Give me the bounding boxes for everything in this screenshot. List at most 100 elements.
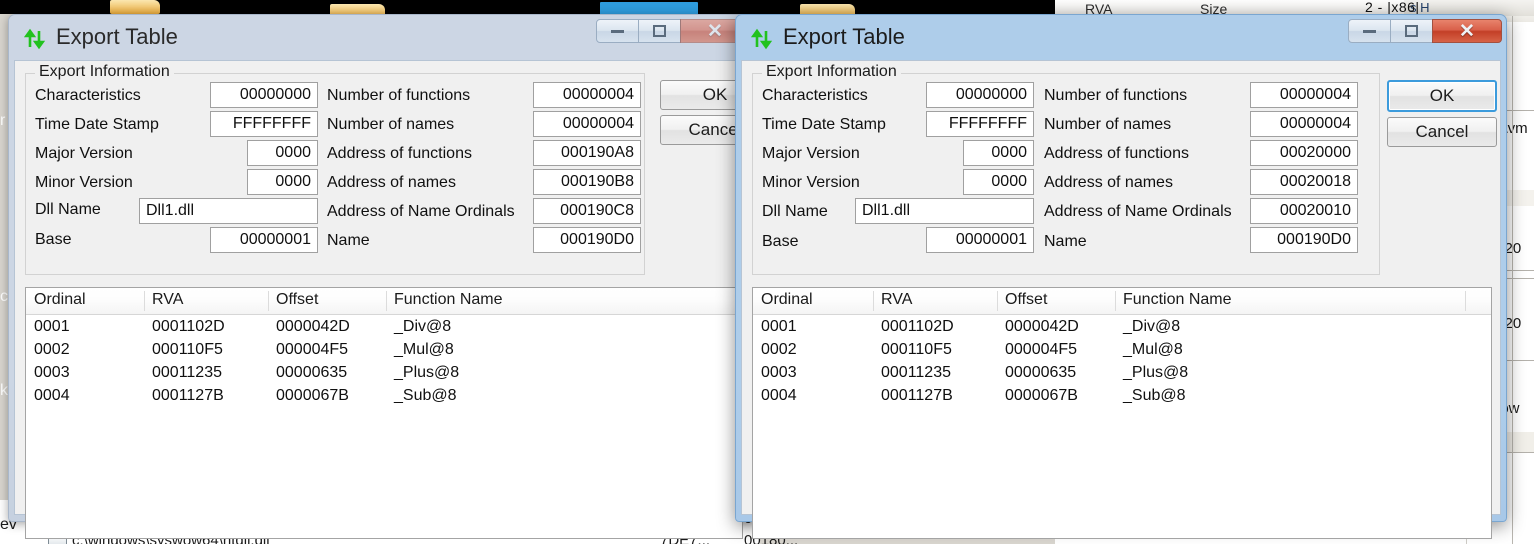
minor-version-input[interactable]: 0000 [247, 169, 318, 195]
column-header-function-name[interactable]: Function Name [1123, 291, 1232, 309]
window-title: Export Table [783, 24, 905, 49]
column-header-offset[interactable]: Offset [1005, 291, 1047, 309]
window-controls[interactable]: ✕ [596, 19, 750, 43]
cell-offset: 000004F5 [1005, 341, 1078, 358]
cell-offset: 0000067B [1005, 387, 1078, 404]
address-of-functions-input[interactable]: 000190A8 [533, 140, 641, 166]
window-controls[interactable]: ✕ [1348, 19, 1502, 43]
major-version-input[interactable]: 0000 [247, 140, 318, 166]
dll-name-input[interactable]: Dll1.dll [855, 198, 1034, 224]
name-input[interactable]: 000190D0 [533, 227, 641, 253]
table-row[interactable]: 0004 0001127B 0000067B _Sub@8 [753, 387, 1491, 410]
minor-version-input[interactable]: 0000 [963, 169, 1034, 195]
folder-icon [110, 0, 160, 14]
table-row[interactable]: 0004 0001127B 0000067B _Sub@8 [26, 387, 742, 410]
table-header[interactable]: Ordinal RVA Offset Function Name [26, 288, 742, 315]
cell-rva: 0001127B [881, 387, 953, 404]
column-divider[interactable] [144, 291, 145, 311]
export-arrows-icon [751, 28, 773, 50]
table-row[interactable]: 0003 00011235 00000635 _Plus@8 [753, 364, 1491, 387]
table-row[interactable]: 0003 00011235 00000635 _Plus@8 [26, 364, 742, 387]
exports-table[interactable]: Ordinal RVA Offset Function Name 0001 00… [752, 287, 1492, 539]
column-divider[interactable] [268, 291, 269, 311]
cell-rva: 00011235 [152, 364, 222, 381]
cell-offset: 00000635 [276, 364, 348, 381]
ok-button[interactable]: OK [1387, 80, 1497, 112]
table-row[interactable]: 0002 000110F5 000004F5 _Mul@8 [26, 341, 742, 364]
column-divider[interactable] [997, 291, 998, 311]
column-header-rva[interactable]: RVA [881, 291, 912, 309]
cell-function-name: _Sub@8 [394, 387, 457, 404]
client-area: Export Information Characteristics Time … [741, 60, 1501, 539]
maximize-button[interactable] [1390, 19, 1433, 43]
field-label-number-of-functions: Number of functions [327, 87, 471, 104]
cancel-button[interactable]: Cancel [1387, 117, 1497, 147]
characteristics-input[interactable]: 00000000 [210, 82, 318, 108]
minimize-button[interactable] [1348, 19, 1391, 43]
cell-function-name: _Plus@8 [394, 364, 460, 381]
minimize-icon [611, 29, 624, 33]
exports-table[interactable]: Ordinal RVA Offset Function Name 0001 00… [25, 287, 743, 539]
cell-rva: 000110F5 [881, 341, 952, 358]
field-label-base: Base [35, 231, 72, 248]
table-row[interactable]: 0002 000110F5 000004F5 _Mul@8 [753, 341, 1491, 364]
column-divider[interactable] [1465, 291, 1466, 311]
group-legend: Export Information [35, 63, 174, 81]
name-input[interactable]: 000190D0 [1250, 227, 1358, 253]
column-header-ordinal[interactable]: Ordinal [34, 291, 86, 309]
number-of-functions-input[interactable]: 00000004 [533, 82, 641, 108]
cell-offset: 0000042D [1005, 318, 1079, 335]
major-version-input[interactable]: 0000 [963, 140, 1034, 166]
export-table-window-front[interactable]: Export Table ✕ Export Information Charac… [735, 14, 1507, 539]
field-label-address-of-functions: Address of functions [1044, 145, 1189, 162]
address-of-names-input[interactable]: 000190B8 [533, 169, 641, 195]
column-divider[interactable] [873, 291, 874, 311]
table-row[interactable]: 0001 0001102D 0000042D _Div@8 [26, 318, 742, 341]
title-bar[interactable]: Export Table ✕ [8, 14, 752, 60]
time-date-stamp-input[interactable]: FFFFFFFF [926, 111, 1034, 137]
time-date-stamp-input[interactable]: FFFFFFFF [210, 111, 318, 137]
field-label-characteristics: Characteristics [762, 87, 868, 104]
field-label-major-version: Major Version [35, 145, 133, 162]
address-of-name-ordinals-input[interactable]: 00020010 [1250, 198, 1358, 224]
base-input[interactable]: 00000001 [926, 227, 1034, 253]
column-divider[interactable] [1115, 291, 1116, 311]
characteristics-input[interactable]: 00000000 [926, 82, 1034, 108]
close-button[interactable]: ✕ [1432, 19, 1502, 43]
column-divider[interactable] [386, 291, 387, 311]
minimize-button[interactable] [596, 19, 639, 43]
table-row[interactable]: 0001 0001102D 0000042D _Div@8 [753, 318, 1491, 341]
number-of-names-input[interactable]: 00000004 [1250, 111, 1358, 137]
maximize-icon [1405, 25, 1418, 37]
cell-function-name: _Div@8 [1123, 318, 1181, 335]
field-label-time-date-stamp: Time Date Stamp [762, 116, 886, 133]
column-header-ordinal[interactable]: Ordinal [761, 291, 813, 309]
cell-ordinal: 0002 [761, 341, 797, 358]
title-bar[interactable]: Export Table ✕ [735, 14, 1507, 60]
field-label-number-of-names: Number of names [327, 116, 455, 133]
address-of-functions-input[interactable]: 00020000 [1250, 140, 1358, 166]
field-label-name: Name [1044, 233, 1087, 250]
field-label-minor-version: Minor Version [762, 174, 860, 191]
export-table-window-back[interactable]: Export Table ✕ Export Information Charac… [8, 14, 770, 539]
dll-name-input[interactable]: Dll1.dll [139, 198, 318, 224]
maximize-button[interactable] [638, 19, 681, 43]
address-of-name-ordinals-input[interactable]: 000190C8 [533, 198, 641, 224]
number-of-functions-input[interactable]: 00000004 [1250, 82, 1358, 108]
column-header-function-name[interactable]: Function Name [394, 291, 503, 309]
address-of-names-input[interactable]: 00020018 [1250, 169, 1358, 195]
cell-function-name: _Sub@8 [1123, 387, 1186, 404]
field-label-time-date-stamp: Time Date Stamp [35, 116, 159, 133]
cell-ordinal: 0004 [761, 387, 797, 404]
cell-function-name: _Plus@8 [1123, 364, 1189, 381]
field-label-minor-version: Minor Version [35, 174, 133, 191]
base-input[interactable]: 00000001 [210, 227, 318, 253]
column-header-rva[interactable]: RVA [152, 291, 183, 309]
cell-rva: 00011235 [881, 364, 951, 381]
client-area: Export Information Characteristics Time … [14, 60, 770, 539]
column-header-offset[interactable]: Offset [276, 291, 318, 309]
cell-rva: 0001127B [152, 387, 224, 404]
field-label-number-of-functions: Number of functions [1044, 87, 1188, 104]
number-of-names-input[interactable]: 00000004 [533, 111, 641, 137]
table-header[interactable]: Ordinal RVA Offset Function Name [753, 288, 1491, 315]
